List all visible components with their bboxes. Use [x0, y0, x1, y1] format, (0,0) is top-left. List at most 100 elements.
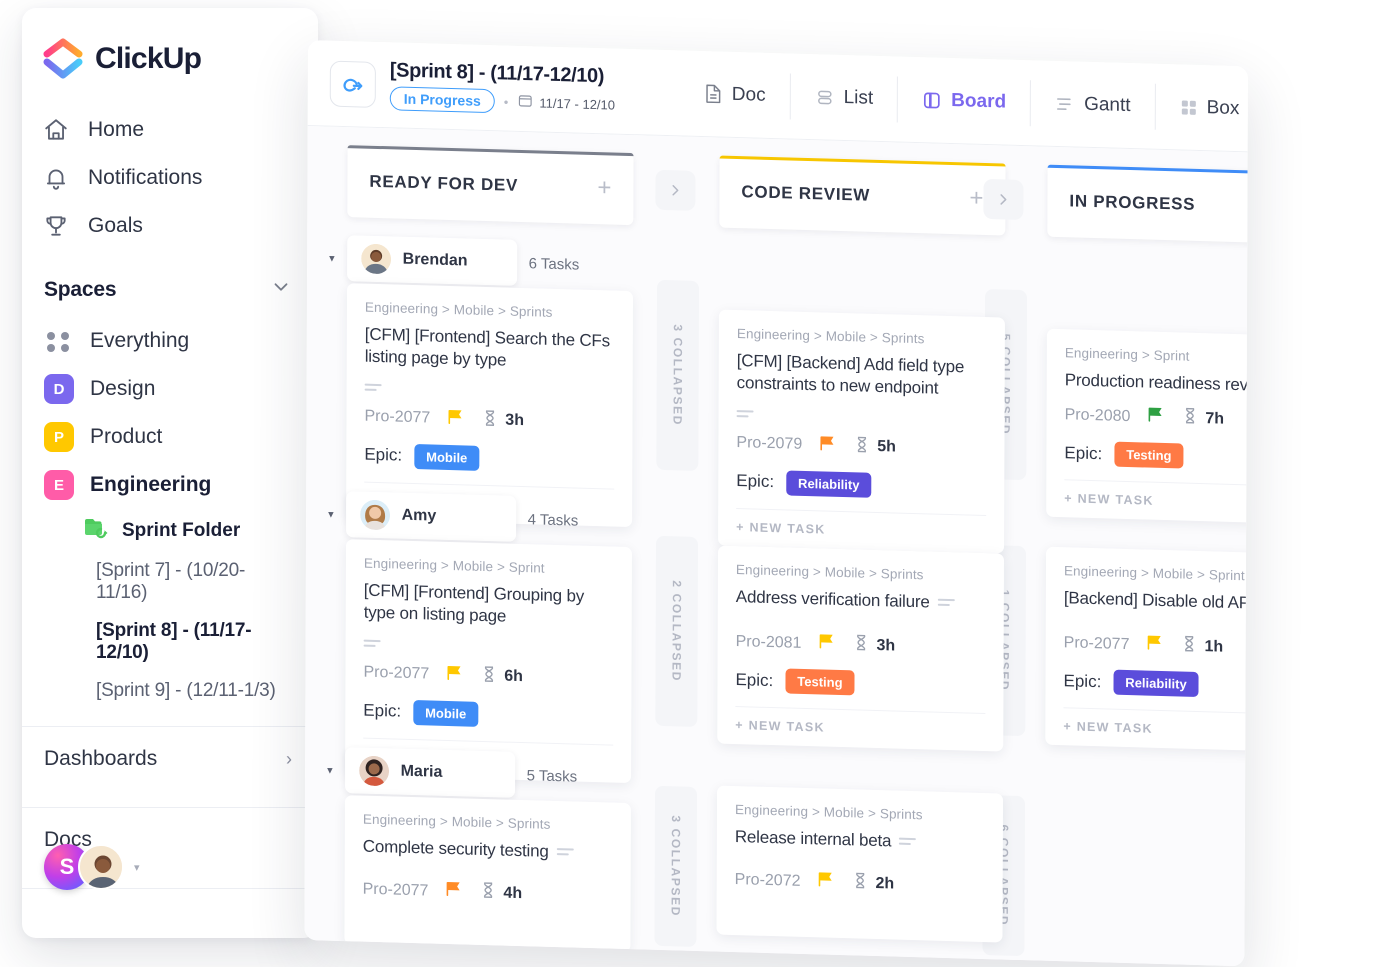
sidebar-item-everything[interactable]: Everything [22, 317, 318, 365]
collapse-toggle-1[interactable] [655, 169, 696, 211]
group-collapse-caret[interactable]: ▾ [328, 507, 334, 520]
tab-gantt[interactable]: Gantt [1035, 80, 1151, 129]
collapsed-column-strip[interactable]: 3 COLLAPSED [656, 279, 700, 471]
brand-logo[interactable]: ClickUp [22, 38, 318, 80]
tasks-count: 5 Tasks [526, 766, 578, 786]
task-card[interactable]: Engineering > Mobile > Sprint [CFM] [Fro… [345, 539, 633, 784]
collapse-toggle-2[interactable] [983, 178, 1024, 221]
sidebar-item-label: Home [88, 118, 145, 141]
task-title: [CFM] [Backend] Add field type constrain… [736, 351, 965, 399]
add-task-button[interactable]: + [597, 174, 611, 201]
priority-flag-icon[interactable] [445, 664, 465, 688]
tab-box[interactable]: Box [1160, 83, 1248, 132]
new-task-button[interactable]: + NEW TASK [1063, 707, 1248, 741]
chevron-down-icon[interactable] [270, 276, 292, 303]
sidebar-item-engineering[interactable]: E Engineering [22, 461, 318, 509]
board-column-in-progress: IN PROGRESS + [1047, 164, 1248, 245]
sidebar-item-goals[interactable]: Goals [22, 202, 318, 250]
epic-tag[interactable]: Mobile [414, 443, 480, 471]
priority-flag-icon[interactable] [1145, 634, 1165, 658]
assignee-chip[interactable]: Amy [345, 491, 516, 542]
new-task-button[interactable]: + NEW TASK [736, 507, 987, 541]
task-title-row: [Backend] Disable old API [1064, 587, 1248, 616]
user-dock[interactable]: S ▾ [44, 844, 140, 890]
task-card[interactable]: Engineering > Mobile > Sprint [Backend] … [1045, 546, 1248, 754]
tasks-count: 6 Tasks [528, 254, 580, 274]
description-icon [556, 848, 574, 858]
sidebar-item-design[interactable]: D Design [22, 365, 318, 413]
column-header[interactable]: IN PROGRESS + [1047, 164, 1248, 245]
sidebar-item-sprint-8[interactable]: [Sprint 8] - (11/17-12/10) [22, 612, 318, 672]
column-title: IN PROGRESS [1069, 191, 1196, 214]
priority-flag-icon[interactable] [446, 408, 466, 432]
chevron-right-icon[interactable]: › [286, 749, 292, 770]
date-range-label: 11/17 - 12/10 [539, 94, 616, 113]
sidebar-item-product[interactable]: P Product [22, 413, 318, 461]
collapsed-column-strip[interactable]: 3 COLLAPSED [654, 785, 698, 947]
folder-sprint-icon [84, 517, 110, 544]
assignee-group-header[interactable]: ▾ Brendan 6 Tasks [329, 235, 579, 288]
task-title-row: Production readiness review [1065, 369, 1248, 398]
task-card[interactable]: Engineering > Mobile > Sprints [CFM] [Ba… [718, 309, 1005, 554]
task-id: Pro-2077 [363, 663, 430, 683]
tab-board[interactable]: Board [902, 76, 1026, 125]
new-task-button[interactable]: + NEW TASK [1064, 479, 1248, 513]
assignee-name: Brendan [402, 250, 468, 270]
assignee-group-header[interactable]: ▾ Amy 4 Tasks [328, 491, 578, 544]
sprint-arrow-icon[interactable] [329, 60, 376, 108]
task-card[interactable]: Engineering > Mobile > Sprints Release i… [716, 785, 1004, 943]
collapsed-column-strip[interactable]: 2 COLLAPSED [655, 535, 699, 727]
epic-tag[interactable]: Reliability [1113, 670, 1199, 698]
priority-flag-icon[interactable] [444, 880, 464, 904]
sidebar-item-sprint-9[interactable]: [Sprint 9] - (12/11-1/3) [22, 672, 318, 710]
group-collapse-caret[interactable]: ▾ [329, 251, 335, 264]
assignee-group-header[interactable]: ▾ Maria 5 Tasks [327, 747, 577, 800]
priority-flag-icon[interactable] [817, 633, 837, 657]
add-task-button[interactable]: + [969, 185, 983, 212]
column-header[interactable]: READY FOR DEV + [347, 145, 634, 226]
epic-tag[interactable]: Mobile [413, 699, 479, 727]
collapsed-label: 3 COLLAPSED [670, 324, 685, 427]
priority-flag-icon[interactable] [1146, 406, 1166, 430]
assignee-chip[interactable]: Brendan [346, 235, 517, 286]
sidebar-item-notifications[interactable]: Notifications [22, 154, 318, 202]
page-title: [Sprint 8] - (11/17-12/10) [389, 59, 605, 88]
chevron-down-icon[interactable]: ▾ [134, 861, 140, 874]
sidebar-item-dashboards[interactable]: Dashboards › [22, 727, 318, 791]
task-title: [Backend] Disable old API [1063, 588, 1248, 613]
epic-tag[interactable]: Reliability [786, 470, 872, 498]
task-card[interactable]: Engineering > Mobile > Sprints Address v… [717, 545, 1005, 752]
task-title-row: Release internal beta [735, 826, 985, 855]
bell-icon [42, 164, 70, 192]
group-collapse-caret[interactable]: ▾ [327, 763, 333, 776]
task-card[interactable]: Engineering > Mobile > Sprints Complete … [344, 795, 631, 953]
sidebar-item-sprint-7[interactable]: [Sprint 7] - (10/20-11/16) [22, 552, 318, 612]
column-title: CODE REVIEW [741, 182, 871, 205]
app-root: ClickUp Home Notifications Goals Spaces [0, 0, 1399, 967]
tab-list[interactable]: List [795, 73, 894, 122]
board-column-ready-for-dev: READY FOR DEV + [347, 145, 634, 226]
date-range[interactable]: 11/17 - 12/10 [517, 93, 615, 114]
epic-row: Epic: Mobile [364, 442, 614, 474]
priority-flag-icon[interactable] [816, 871, 836, 895]
breadcrumb: Engineering > Mobile > Sprints [364, 299, 553, 320]
task-card[interactable]: Engineering > Mobile > Sprints [CFM] [Fr… [346, 283, 634, 528]
time-estimate-icon [480, 881, 495, 904]
epic-tag[interactable]: Testing [785, 668, 855, 696]
tab-doc[interactable]: Doc [684, 70, 786, 119]
sidebar-item-sprint-folder[interactable]: Sprint Folder [22, 509, 318, 552]
epic-tag[interactable]: Testing [1114, 442, 1184, 469]
task-card[interactable]: Engineering > Sprint Production readines… [1046, 328, 1248, 526]
sidebar-item-home[interactable]: Home [22, 106, 318, 154]
column-header[interactable]: CODE REVIEW + [719, 155, 1006, 236]
spaces-header[interactable]: Spaces [22, 250, 318, 317]
avatar[interactable] [78, 844, 124, 890]
task-meta: Pro-2080 7h [1065, 404, 1248, 434]
assignee-chip[interactable]: Maria [344, 747, 515, 798]
new-task-button[interactable]: + NEW TASK [735, 706, 986, 740]
tab-label: Gantt [1084, 93, 1131, 116]
task-id: Pro-2081 [735, 632, 802, 652]
task-title: Address verification failure [735, 587, 930, 612]
status-badge[interactable]: In Progress [389, 86, 495, 114]
priority-flag-icon[interactable] [818, 434, 838, 458]
